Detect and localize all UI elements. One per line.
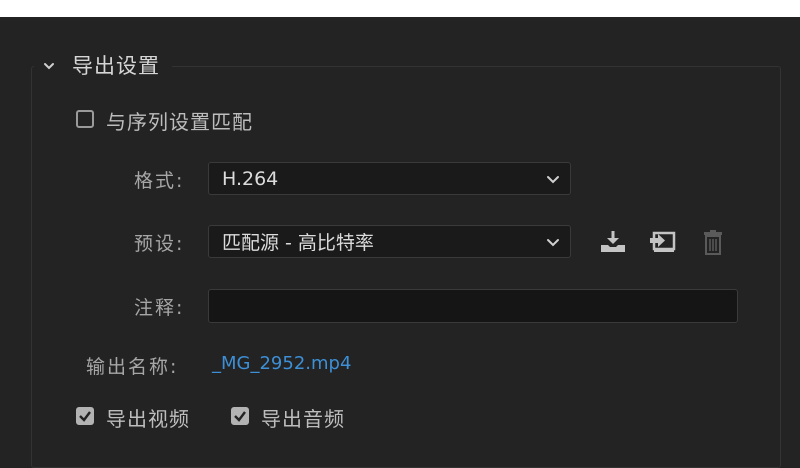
format-dropdown[interactable]: H.264 (208, 162, 571, 195)
output-name-label: 输出名称: (86, 356, 179, 378)
chevron-down-icon (547, 239, 559, 247)
export-video-checkbox[interactable] (76, 407, 94, 425)
preset-label: 预设: (134, 233, 185, 255)
match-sequence-checkbox[interactable] (76, 110, 94, 128)
preset-dropdown[interactable]: 匹配源 - 高比特率 (208, 225, 571, 258)
preset-value: 匹配源 - 高比特率 (222, 232, 374, 254)
import-preset-icon[interactable] (647, 227, 677, 257)
export-audio-checkbox[interactable] (231, 407, 249, 425)
checkmark-icon (79, 411, 91, 422)
export-audio-label: 导出音频 (261, 407, 345, 431)
window-top-strip (0, 0, 800, 17)
comments-input[interactable] (208, 289, 738, 323)
format-value: H.264 (222, 167, 279, 190)
save-preset-icon[interactable] (598, 227, 628, 257)
export-video-label: 导出视频 (106, 407, 190, 431)
chevron-down-icon[interactable] (42, 58, 56, 72)
section-title: 导出设置 (72, 54, 160, 78)
export-settings-header[interactable]: 导出设置 (34, 48, 172, 82)
trash-icon[interactable] (698, 227, 728, 257)
checkmark-icon (234, 411, 246, 422)
output-name-link[interactable]: _MG_2952.mp4 (212, 353, 351, 374)
match-sequence-label: 与序列设置匹配 (106, 110, 253, 134)
format-label: 格式: (134, 170, 185, 192)
chevron-down-icon (547, 176, 559, 184)
comments-label: 注释: (134, 297, 185, 319)
